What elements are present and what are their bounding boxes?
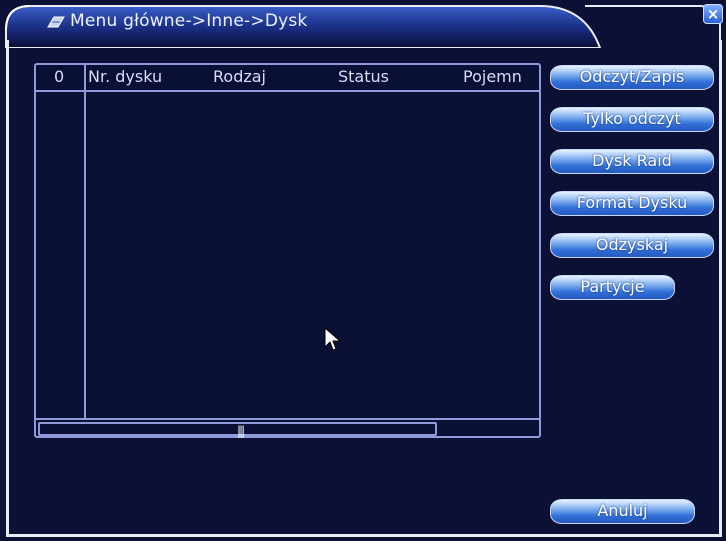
frame-left-border — [6, 40, 9, 536]
disk-table[interactable]: 0 Nr. dysku Rodzaj Status Pojemn ||| — [34, 63, 541, 438]
column-header-capacity[interactable]: Pojemn — [463, 67, 539, 86]
window-title: Menu główne->Inne->Dysk — [70, 11, 308, 31]
format-disk-button[interactable]: Format Dysku — [550, 191, 714, 216]
recover-button[interactable]: Odzyskaj — [550, 233, 714, 258]
horizontal-scrollbar[interactable]: ||| — [36, 418, 539, 438]
close-button[interactable]: × — [703, 4, 723, 24]
frame-bottom-border — [6, 534, 722, 537]
column-header-status[interactable]: Status — [338, 67, 389, 86]
scrollbar-thumb[interactable]: ||| — [237, 424, 245, 438]
table-header: 0 Nr. dysku Rodzaj Status Pojemn — [36, 65, 539, 92]
cancel-button[interactable]: Anuluj — [550, 499, 695, 524]
column-divider — [84, 65, 86, 420]
partitions-button[interactable]: Partycje — [550, 275, 675, 300]
raid-disk-button[interactable]: Dysk Raid — [550, 149, 714, 174]
frame-right-border — [719, 40, 722, 536]
column-header-disk-number[interactable]: Nr. dysku — [88, 67, 162, 86]
read-write-button[interactable]: Odczyt/Zapis — [550, 65, 714, 90]
disk-management-window: Menu główne->Inne->Dysk × 0 Nr. dysku Ro… — [0, 0, 726, 541]
read-only-button[interactable]: Tylko odczyt — [550, 107, 714, 132]
disk-menu-icon — [47, 16, 65, 28]
scrollbar-track[interactable]: ||| — [38, 422, 437, 438]
mouse-pointer-icon — [324, 327, 341, 351]
column-header-type[interactable]: Rodzaj — [213, 67, 266, 86]
column-header-index[interactable]: 0 — [54, 67, 64, 86]
